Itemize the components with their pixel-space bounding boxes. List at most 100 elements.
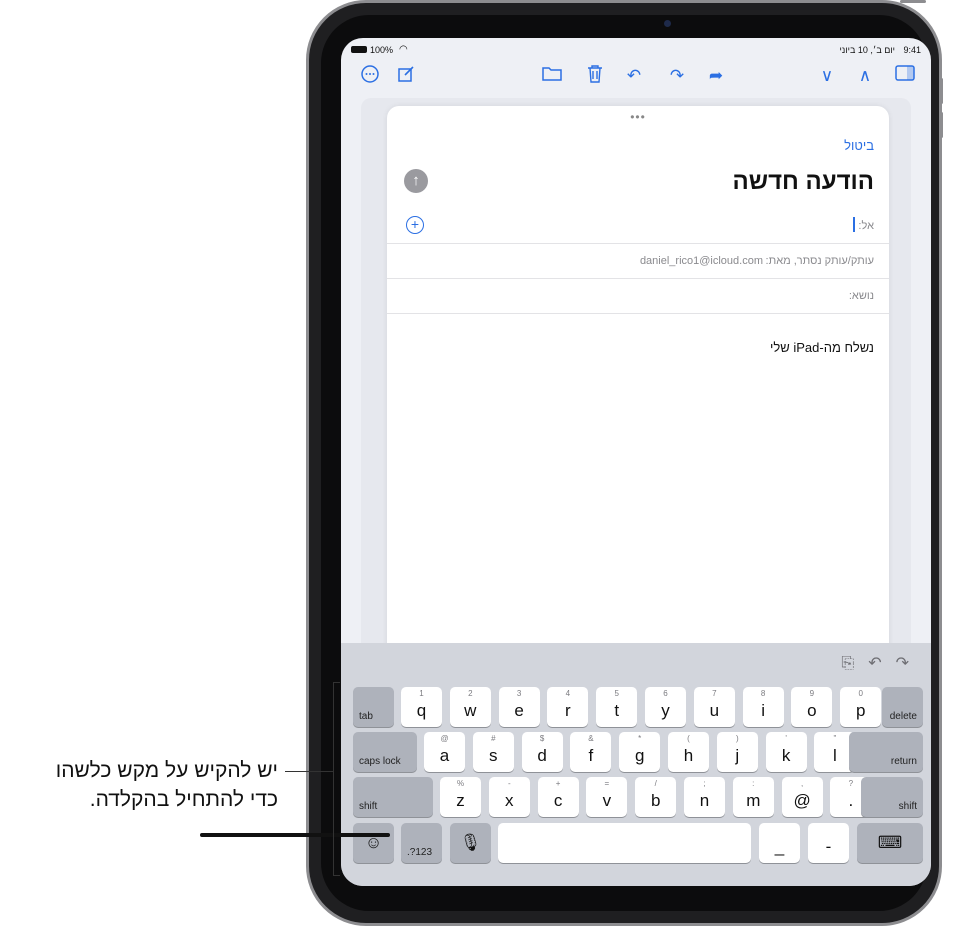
callout-line-1: יש להקיש על מקש כלשהו [55, 759, 278, 782]
sheet-grabber[interactable]: ••• [387, 110, 889, 124]
key-row1-8[interactable]: 9o [791, 687, 833, 727]
right-shift-key[interactable]: shift [861, 777, 923, 817]
key-row1-5[interactable]: 6y [645, 687, 686, 727]
cancel-button[interactable]: ביטול [844, 138, 874, 153]
ipad-screen: 100% ◠ יום ב׳, 10 ביוני 9:41 ↶ ↷ ➦ ∨ ∧ •… [341, 38, 931, 886]
key-alt-label: % [456, 779, 465, 788]
home-indicator [200, 833, 390, 837]
key-alt-label: + [555, 779, 561, 788]
redo-icon[interactable]: ↷ [896, 653, 909, 673]
key-alt-label: # [491, 734, 496, 743]
key-alt-label: ; [703, 779, 706, 788]
battery-percent: 100% [370, 45, 394, 55]
numbers-key[interactable]: .?123 [401, 823, 442, 863]
key-row3-7[interactable]: , @ [781, 777, 823, 817]
key-row3-5[interactable]: ; n [684, 777, 725, 817]
key-row1-3[interactable]: 4r [547, 687, 589, 727]
key-row1-1[interactable]: 2w [449, 687, 491, 727]
key-row1-0[interactable]: 1q [401, 687, 442, 727]
undo-icon[interactable]: ↶ [868, 653, 881, 673]
key-row2-2[interactable]: $ d [521, 732, 563, 772]
key-row2-4[interactable]: * g [619, 732, 661, 772]
key-label: x [505, 791, 514, 810]
key-alt-label: 3 [516, 689, 522, 698]
return-key-label: return [890, 756, 917, 767]
underscore-key[interactable]: _ [759, 823, 800, 863]
key-alt-label: 7 [712, 689, 717, 698]
key-alt-label: 0 [858, 689, 863, 698]
cc-from-field[interactable]: עותק/עותק נסתר, מאת: daniel_rico1@icloud… [387, 244, 889, 279]
keyboard-icon: ⌨ [877, 833, 903, 852]
subject-field[interactable]: נושא: [387, 279, 889, 314]
to-label: אל: [858, 220, 874, 232]
left-shift-label: shift [359, 801, 378, 812]
key-row2-5[interactable]: (h [668, 732, 709, 772]
numbers-key-label: .?123 [407, 847, 433, 858]
key-row3-2[interactable]: + c [537, 777, 579, 817]
key-row3-6[interactable]: :m [732, 777, 774, 817]
key-label: r [565, 701, 571, 720]
key-row1-6[interactable]: 7u [693, 687, 735, 727]
status-date: יום ב׳, 10 ביוני [839, 45, 895, 55]
key-row2-3[interactable]: & f [570, 732, 612, 772]
key-label: y [661, 701, 670, 720]
front-camera [664, 20, 671, 27]
trash-icon[interactable] [584, 65, 606, 87]
key-row1-7[interactable]: 8i [742, 687, 784, 727]
add-contact-icon[interactable]: + [406, 216, 424, 234]
keyboard-shortcuts-bar: ⎘ ↶ ↷ [827, 653, 909, 675]
top-button [900, 0, 926, 3]
compose-icon[interactable] [395, 65, 417, 87]
send-button[interactable]: ↑ [404, 169, 428, 193]
chevron-down-icon[interactable]: ∨ [816, 65, 838, 87]
battery-icon [351, 46, 367, 53]
compose-sheet: ••• ביטול הודעה חדשה ↑ אל: + עותק/עותק נ… [387, 106, 889, 666]
reply-all-icon[interactable]: ↷ [666, 65, 688, 87]
paste-icon[interactable]: ⎘ [841, 655, 854, 673]
mail-toolbar: ↶ ↷ ➦ ∨ ∧ [341, 60, 931, 90]
hide-keyboard-key[interactable]: ⌨ [857, 823, 923, 863]
message-body[interactable]: נשלח מה-iPad שלי [770, 340, 874, 355]
to-field[interactable]: אל: + [387, 209, 889, 244]
right-shift-label: shift [898, 801, 917, 812]
key-row1-2[interactable]: 3e [498, 687, 540, 727]
from-address: daniel_rico1@icloud.com [639, 255, 763, 267]
dash-key[interactable]: - [808, 823, 849, 863]
key-row1-4[interactable]: 5t [596, 687, 638, 727]
reply-icon[interactable]: ↶ [623, 65, 645, 87]
more-icon[interactable] [359, 65, 381, 87]
forward-icon[interactable]: ➦ [705, 65, 727, 87]
status-time: 9:41 [903, 45, 921, 55]
key-label: d [537, 746, 547, 765]
key-alt-label: 6 [663, 689, 668, 698]
dictation-key[interactable]: 🎙 [450, 823, 491, 863]
key-row1-9[interactable]: 0p [840, 687, 882, 727]
key-label: w [464, 701, 477, 720]
wifi-icon: ◠ [399, 44, 408, 55]
sidebar-icon[interactable] [894, 65, 916, 87]
emoji-key[interactable]: ☺ [353, 823, 394, 863]
folder-icon[interactable] [541, 65, 563, 87]
key-row2-0[interactable]: @ a [424, 732, 465, 772]
key-row2-6[interactable]: ) j [716, 732, 758, 772]
key-row3-4[interactable]: / b [635, 777, 677, 817]
key-label: z [456, 791, 465, 810]
onscreen-keyboard: ⎘ ↶ ↷ tab 1q2w3e4r5t6y7u8i9o0p delete caps… [341, 643, 931, 886]
key-row2-1[interactable]: # s [472, 732, 514, 772]
tab-key[interactable]: tab [353, 687, 394, 727]
key-label: i [761, 701, 765, 720]
key-row2-7[interactable]: ' k [765, 732, 807, 772]
delete-key[interactable]: delete [882, 687, 923, 727]
return-key[interactable]: return [849, 732, 923, 772]
key-row3-1[interactable]: -x [488, 777, 530, 817]
left-shift-key[interactable]: shift [353, 777, 433, 817]
key-label: e [514, 701, 524, 720]
key-label: p [855, 701, 866, 720]
cc-from-label: עותק/עותק נסתר, מאת: [765, 255, 874, 267]
key-row3-3[interactable]: = v [586, 777, 628, 817]
caps-lock-key[interactable]: caps lock [353, 732, 417, 772]
space-bar[interactable] [498, 823, 751, 863]
key-alt-label: - [507, 779, 511, 788]
key-row3-0[interactable]: % z [440, 777, 481, 817]
chevron-up-icon[interactable]: ∧ [854, 65, 876, 87]
